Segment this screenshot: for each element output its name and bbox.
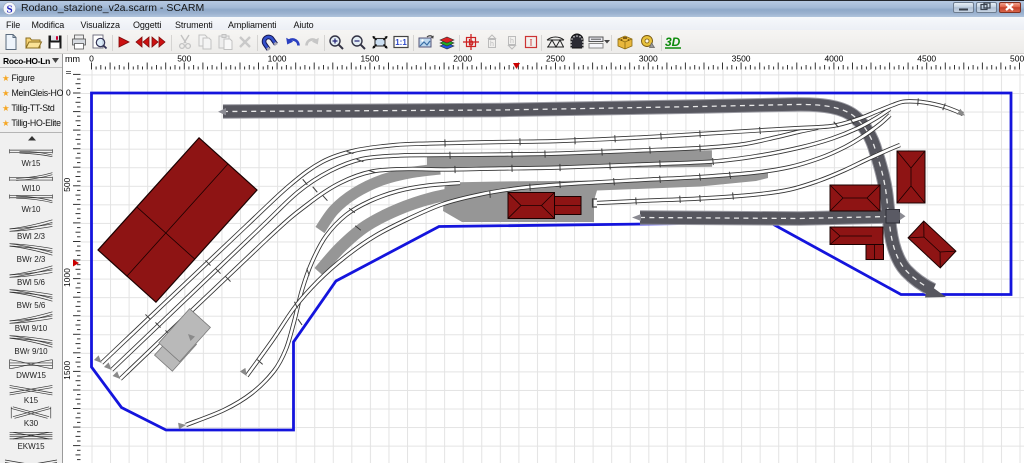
svg-text:2500: 2500: [546, 54, 565, 64]
svg-text:4000: 4000: [824, 54, 843, 64]
svg-text:5000: 5000: [1010, 54, 1024, 64]
svg-text:500: 500: [63, 177, 72, 191]
svg-text:4500: 4500: [917, 54, 936, 64]
svg-text:3500: 3500: [732, 54, 751, 64]
svg-text:0: 0: [66, 88, 71, 98]
svg-text:1500: 1500: [360, 54, 379, 64]
svg-text:h: h: [510, 38, 514, 45]
svg-text:3D: 3D: [665, 35, 681, 49]
svg-text:I: I: [530, 38, 533, 48]
svg-text:0: 0: [89, 54, 94, 64]
svg-text:S: S: [6, 3, 12, 15]
svg-text:1000: 1000: [268, 54, 287, 64]
svg-text:h: h: [490, 41, 494, 48]
svg-text:1:1: 1:1: [395, 38, 407, 47]
svg-text:500: 500: [177, 54, 191, 64]
svg-text:3000: 3000: [639, 54, 658, 64]
svg-text:2000: 2000: [453, 54, 472, 64]
svg-text:b: b: [468, 38, 474, 48]
svg-text:1000: 1000: [63, 268, 72, 287]
svg-text:1500: 1500: [63, 361, 72, 380]
